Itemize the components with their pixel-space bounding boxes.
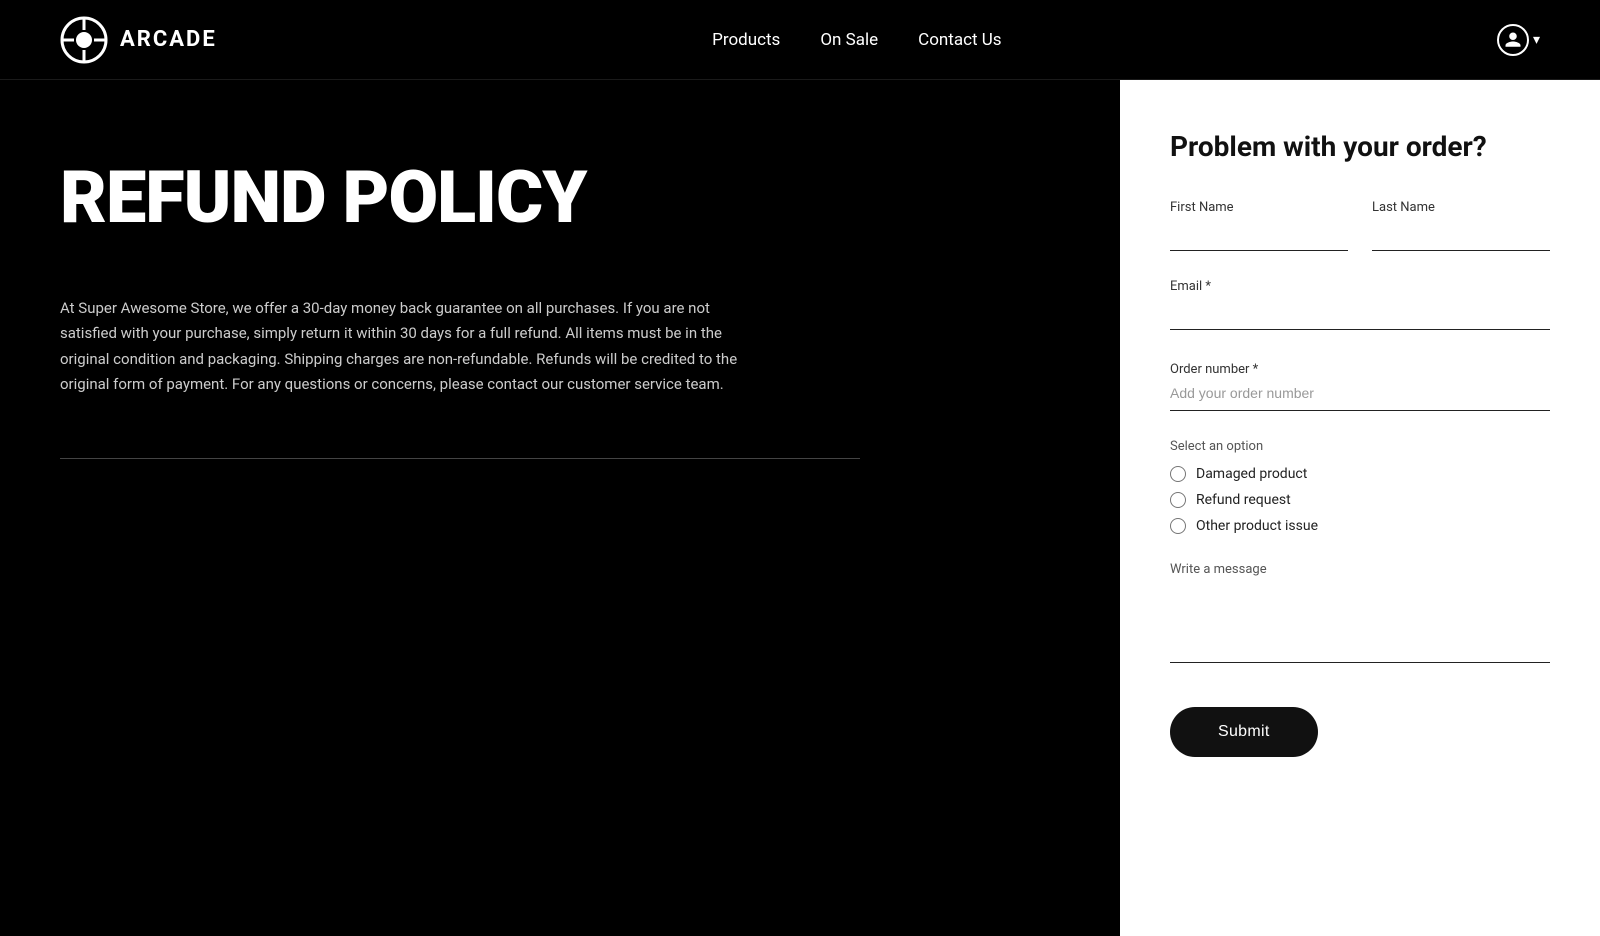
message-input[interactable]	[1170, 583, 1550, 663]
email-label: Email *	[1170, 279, 1550, 294]
select-label: Select an option	[1170, 439, 1550, 454]
order-number-group: Order number *	[1170, 358, 1550, 411]
order-number-input[interactable]	[1170, 377, 1550, 411]
name-row: First Name Last Name	[1170, 200, 1550, 251]
logo-text: ARCADE	[120, 27, 217, 52]
first-name-label: First Name	[1170, 200, 1348, 215]
logo-area[interactable]: ARCADE	[60, 16, 217, 64]
radio-other-input[interactable]	[1170, 518, 1186, 534]
email-group: Email *	[1170, 279, 1550, 330]
nav-contact-us[interactable]: Contact Us	[918, 30, 1001, 50]
policy-text: At Super Awesome Store, we offer a 30-da…	[60, 296, 740, 398]
submit-button[interactable]: Submit	[1170, 707, 1318, 757]
radio-refund-input[interactable]	[1170, 492, 1186, 508]
section-divider	[60, 458, 860, 459]
header: ARCADE Products On Sale Contact Us ▾	[0, 0, 1600, 80]
last-name-label: Last Name	[1372, 200, 1550, 215]
order-form-panel: Problem with your order? First Name Last…	[1120, 80, 1600, 936]
select-section: Select an option Damaged product Refund …	[1170, 439, 1550, 534]
order-number-label: Order number *	[1170, 362, 1258, 377]
main-nav: Products On Sale Contact Us	[712, 30, 1001, 50]
form-title: Problem with your order?	[1170, 130, 1550, 164]
main-content: REFUND POLICY At Super Awesome Store, we…	[0, 80, 1600, 936]
user-icon	[1497, 24, 1529, 56]
radio-damaged-input[interactable]	[1170, 466, 1186, 482]
first-name-input[interactable]	[1170, 221, 1348, 251]
radio-other[interactable]: Other product issue	[1170, 518, 1550, 534]
refund-form: First Name Last Name Email * Order numbe…	[1170, 200, 1550, 757]
nav-products[interactable]: Products	[712, 30, 780, 50]
first-name-group: First Name	[1170, 200, 1348, 251]
last-name-group: Last Name	[1372, 200, 1550, 251]
radio-refund-label: Refund request	[1196, 492, 1291, 508]
page-title: REFUND POLICY	[60, 160, 1060, 236]
radio-damaged-label: Damaged product	[1196, 466, 1307, 482]
user-chevron-icon: ▾	[1533, 32, 1540, 48]
radio-other-label: Other product issue	[1196, 518, 1318, 534]
user-menu[interactable]: ▾	[1497, 24, 1540, 56]
nav-on-sale[interactable]: On Sale	[820, 30, 878, 50]
last-name-input[interactable]	[1372, 221, 1550, 251]
logo-icon	[60, 16, 108, 64]
radio-group: Damaged product Refund request Other pro…	[1170, 466, 1550, 534]
radio-refund[interactable]: Refund request	[1170, 492, 1550, 508]
left-section: REFUND POLICY At Super Awesome Store, we…	[0, 80, 1120, 936]
email-input[interactable]	[1170, 300, 1550, 330]
message-label: Write a message	[1170, 562, 1550, 577]
radio-damaged[interactable]: Damaged product	[1170, 466, 1550, 482]
message-group: Write a message	[1170, 562, 1550, 667]
